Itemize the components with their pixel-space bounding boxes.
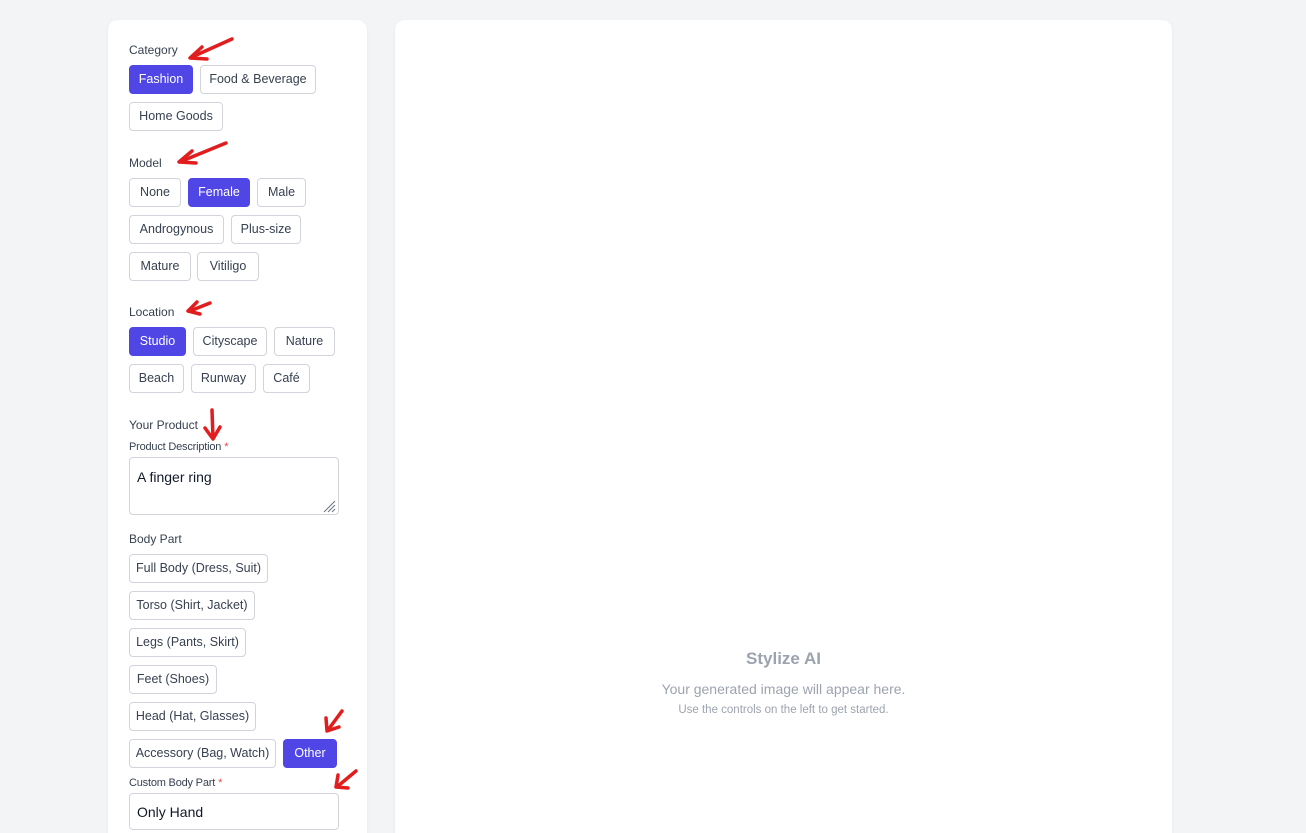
location-chip-beach[interactable]: Beach: [129, 364, 184, 393]
location-label: Location: [129, 305, 175, 319]
category-chip-food-beverage[interactable]: Food & Beverage: [200, 65, 316, 94]
model-label: Model: [129, 156, 162, 170]
category-label: Category: [129, 43, 178, 57]
custom-body-part-label: Custom Body Part *: [129, 777, 223, 789]
body-part-chip-full-body[interactable]: Full Body (Dress, Suit): [129, 554, 268, 583]
annotation-arrow-icon: [334, 769, 358, 790]
model-chip-none[interactable]: None: [129, 178, 181, 207]
location-chip-studio[interactable]: Studio: [129, 327, 186, 356]
annotation-arrow-icon: [177, 141, 228, 165]
category-chip-home-goods[interactable]: Home Goods: [129, 102, 223, 131]
preview-panel: Stylize AI Your generated image will app…: [395, 20, 1172, 833]
body-part-label: Body Part: [129, 532, 182, 546]
annotation-arrow-icon: [186, 300, 212, 316]
product-description-input[interactable]: A finger ring: [129, 457, 339, 515]
location-chip-cafe[interactable]: Café: [263, 364, 310, 393]
model-chip-plus-size[interactable]: Plus-size: [231, 215, 301, 244]
required-asterisk: *: [218, 777, 223, 789]
annotation-arrow-icon: [203, 408, 222, 441]
body-part-chip-legs[interactable]: Legs (Pants, Skirt): [129, 628, 246, 657]
location-chip-nature[interactable]: Nature: [274, 327, 335, 356]
category-chip-fashion[interactable]: Fashion: [129, 65, 193, 94]
resize-grip-icon[interactable]: [321, 498, 336, 513]
model-chip-androgynous[interactable]: Androgynous: [129, 215, 224, 244]
model-chip-mature[interactable]: Mature: [129, 252, 191, 281]
body-part-chip-torso[interactable]: Torso (Shirt, Jacket): [129, 591, 255, 620]
custom-body-part-input[interactable]: [129, 793, 339, 830]
preview-title: Stylize AI: [746, 649, 821, 668]
annotation-arrow-icon: [324, 709, 344, 733]
model-chip-female[interactable]: Female: [188, 178, 250, 207]
annotation-arrow-icon: [188, 37, 234, 61]
body-part-chip-head[interactable]: Head (Hat, Glasses): [129, 702, 256, 731]
preview-hint: Use the controls on the left to get star…: [678, 704, 889, 716]
location-chip-runway[interactable]: Runway: [191, 364, 256, 393]
model-chip-male[interactable]: Male: [257, 178, 306, 207]
location-chip-cityscape[interactable]: Cityscape: [193, 327, 267, 356]
your-product-label: Your Product: [129, 418, 198, 432]
preview-subtitle: Your generated image will appear here.: [661, 681, 906, 697]
model-chip-vitiligo[interactable]: Vitiligo: [197, 252, 259, 281]
body-part-chip-feet[interactable]: Feet (Shoes): [129, 665, 217, 694]
body-part-chip-accessory[interactable]: Accessory (Bag, Watch): [129, 739, 276, 768]
body-part-chip-other[interactable]: Other: [283, 739, 337, 768]
